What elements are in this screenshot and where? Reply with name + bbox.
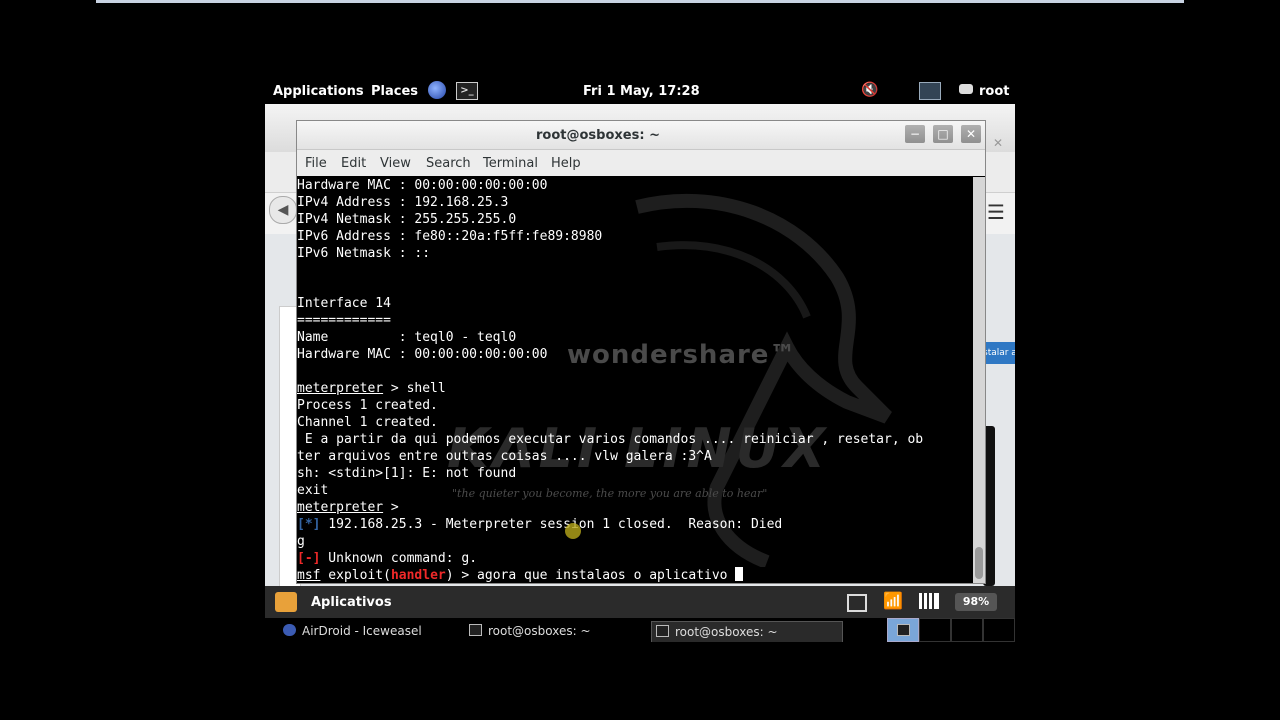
taskbar-item-label: AirDroid - Iceweasel: [302, 624, 422, 638]
browser-close-icon[interactable]: ✕: [993, 136, 1003, 150]
places-menu[interactable]: Places: [371, 84, 418, 99]
handler-label: handler: [390, 568, 446, 583]
iceweasel-launcher-icon[interactable]: [428, 81, 446, 99]
terminal-line: g: [297, 534, 305, 549]
terminal-line: IPv4 Address : 192.168.25.3: [297, 195, 509, 210]
bottom-panel: Aplicativos 📶 98%: [265, 586, 1015, 618]
taskbar-item-label: root@osboxes: ~: [675, 625, 778, 639]
terminal-line: Hardware MAC : 00:00:00:00:00:00: [297, 347, 548, 362]
scrollbar-thumb[interactable]: [975, 547, 983, 579]
msf-prompt: msf: [297, 568, 321, 583]
mouse-pointer-highlight: [565, 523, 581, 539]
iceweasel-icon: [283, 624, 296, 636]
terminal-icon: [469, 624, 482, 636]
workspace-2[interactable]: [919, 618, 951, 642]
prompt-tail: >: [383, 500, 399, 515]
aplicativos-icon[interactable]: [275, 592, 297, 612]
terminal-line: msf exploit(handler) > agora que instala…: [297, 567, 744, 583]
taskbar-item-terminal-1[interactable]: root@osboxes: ~: [469, 621, 639, 641]
terminal-icon: [656, 625, 669, 637]
kali-dragon-watermark: [635, 193, 892, 567]
terminal-line: IPv4 Netmask : 255.255.255.0: [297, 212, 517, 227]
terminal-line: [-] Unknown command: g.: [297, 550, 477, 567]
battery-indicator[interactable]: 98%: [955, 593, 997, 611]
menu-terminal[interactable]: Terminal: [483, 156, 538, 171]
terminal-line: meterpreter >: [297, 499, 399, 516]
meterpreter-prompt: meterpreter: [297, 500, 384, 515]
maximize-button[interactable]: □: [933, 125, 953, 143]
terminal-scrollbar[interactable]: [973, 177, 985, 583]
terminal-line: Name : teql0 - teql0: [297, 330, 517, 345]
shell-command: > shell: [383, 381, 446, 396]
info-text: 192.168.25.3 - Meterpreter session 1 clo…: [320, 517, 783, 532]
terminal-line: E a partir da qui podemos executar vario…: [297, 432, 924, 447]
terminal-window: root@osboxes: ~ − □ ✕ File Edit View Sea…: [296, 120, 986, 584]
terminal-line: Interface 14: [297, 296, 391, 311]
info-tag: [*]: [297, 517, 321, 532]
menu-edit[interactable]: Edit: [341, 156, 366, 171]
close-button[interactable]: ✕: [961, 125, 981, 143]
menu-file[interactable]: File: [305, 156, 327, 171]
menu-icon[interactable]: ☰: [987, 200, 1005, 224]
applications-menu[interactable]: Applications: [273, 84, 364, 99]
terminal-line: Channel 1 created.: [297, 415, 438, 430]
terminal-line: ============: [297, 313, 391, 328]
volume-muted-icon[interactable]: 🔇: [861, 82, 878, 98]
terminal-line: meterpreter > shell: [297, 380, 446, 397]
terminal-line: Hardware MAC : 00:00:00:00:00:00: [297, 178, 548, 193]
desktop-screen: Applications Places >_ Fri 1 May, 17:28 …: [265, 78, 1015, 642]
menu-view[interactable]: View: [380, 156, 411, 171]
wondershare-watermark: wondershare™: [567, 340, 797, 370]
install-button[interactable]: stalar a: [983, 342, 1015, 364]
minimize-button[interactable]: −: [905, 125, 925, 143]
wifi-icon[interactable]: 📶: [883, 591, 903, 610]
taskbar-item-label: root@osboxes: ~: [488, 624, 591, 638]
terminal-line: exit: [297, 483, 329, 498]
terminal-line: ter arquivos entre outras coisas .... vl…: [297, 449, 712, 464]
chat-icon[interactable]: [959, 84, 973, 94]
aplicativos-label[interactable]: Aplicativos: [311, 595, 392, 610]
terminal-line: sh: <stdin>[1]: E: not found: [297, 466, 517, 481]
meterpreter-prompt: meterpreter: [297, 381, 384, 396]
taskbar-item-terminal-2[interactable]: root@osboxes: ~: [651, 621, 843, 642]
terminal-screen[interactable]: wondershare™ KALI LINUX "the quieter you…: [297, 177, 973, 583]
terminal-line: [*] 192.168.25.3 - Meterpreter session 1…: [297, 516, 782, 533]
terminal-title: root@osboxes: ~: [536, 128, 660, 143]
menu-help[interactable]: Help: [551, 156, 581, 171]
terminal-line: IPv6 Netmask : ::: [297, 246, 431, 261]
workspace-1[interactable]: [887, 618, 919, 642]
back-button[interactable]: ◀: [269, 196, 297, 224]
gnome-top-bar: Applications Places >_ Fri 1 May, 17:28 …: [265, 78, 1015, 104]
taskbar-item-iceweasel[interactable]: AirDroid - Iceweasel: [283, 621, 453, 641]
error-tag: [-]: [297, 551, 321, 566]
network-icon[interactable]: [919, 82, 941, 100]
terminal-line: Process 1 created.: [297, 398, 438, 413]
terminal-titlebar[interactable]: root@osboxes: ~ − □ ✕: [297, 121, 985, 150]
screen-icon[interactable]: [847, 594, 867, 612]
workspace-3[interactable]: [951, 618, 983, 642]
terminal-icon: [897, 624, 910, 636]
text-cursor: [735, 567, 744, 581]
terminal-menubar: File Edit View Search Terminal Help: [297, 150, 985, 176]
exploit-label: exploit(: [320, 568, 391, 583]
signal-icon[interactable]: [919, 593, 939, 609]
command-input[interactable]: ) > agora que instalaos o aplicativo: [446, 568, 736, 583]
kali-slogan: "the quieter you become, the more you ar…: [452, 487, 768, 500]
terminal-launcher-icon[interactable]: >_: [456, 82, 478, 100]
top-border-line: [96, 0, 1184, 3]
menu-search[interactable]: Search: [426, 156, 471, 171]
workspace-4[interactable]: [983, 618, 1015, 642]
terminal-line: IPv6 Address : fe80::20a:f5ff:fe89:8980: [297, 229, 603, 244]
clock[interactable]: Fri 1 May, 17:28: [583, 84, 700, 99]
taskbar: AirDroid - Iceweasel root@osboxes: ~ roo…: [265, 618, 1015, 642]
user-menu[interactable]: root: [979, 84, 1010, 99]
error-text: Unknown command: g.: [320, 551, 478, 566]
